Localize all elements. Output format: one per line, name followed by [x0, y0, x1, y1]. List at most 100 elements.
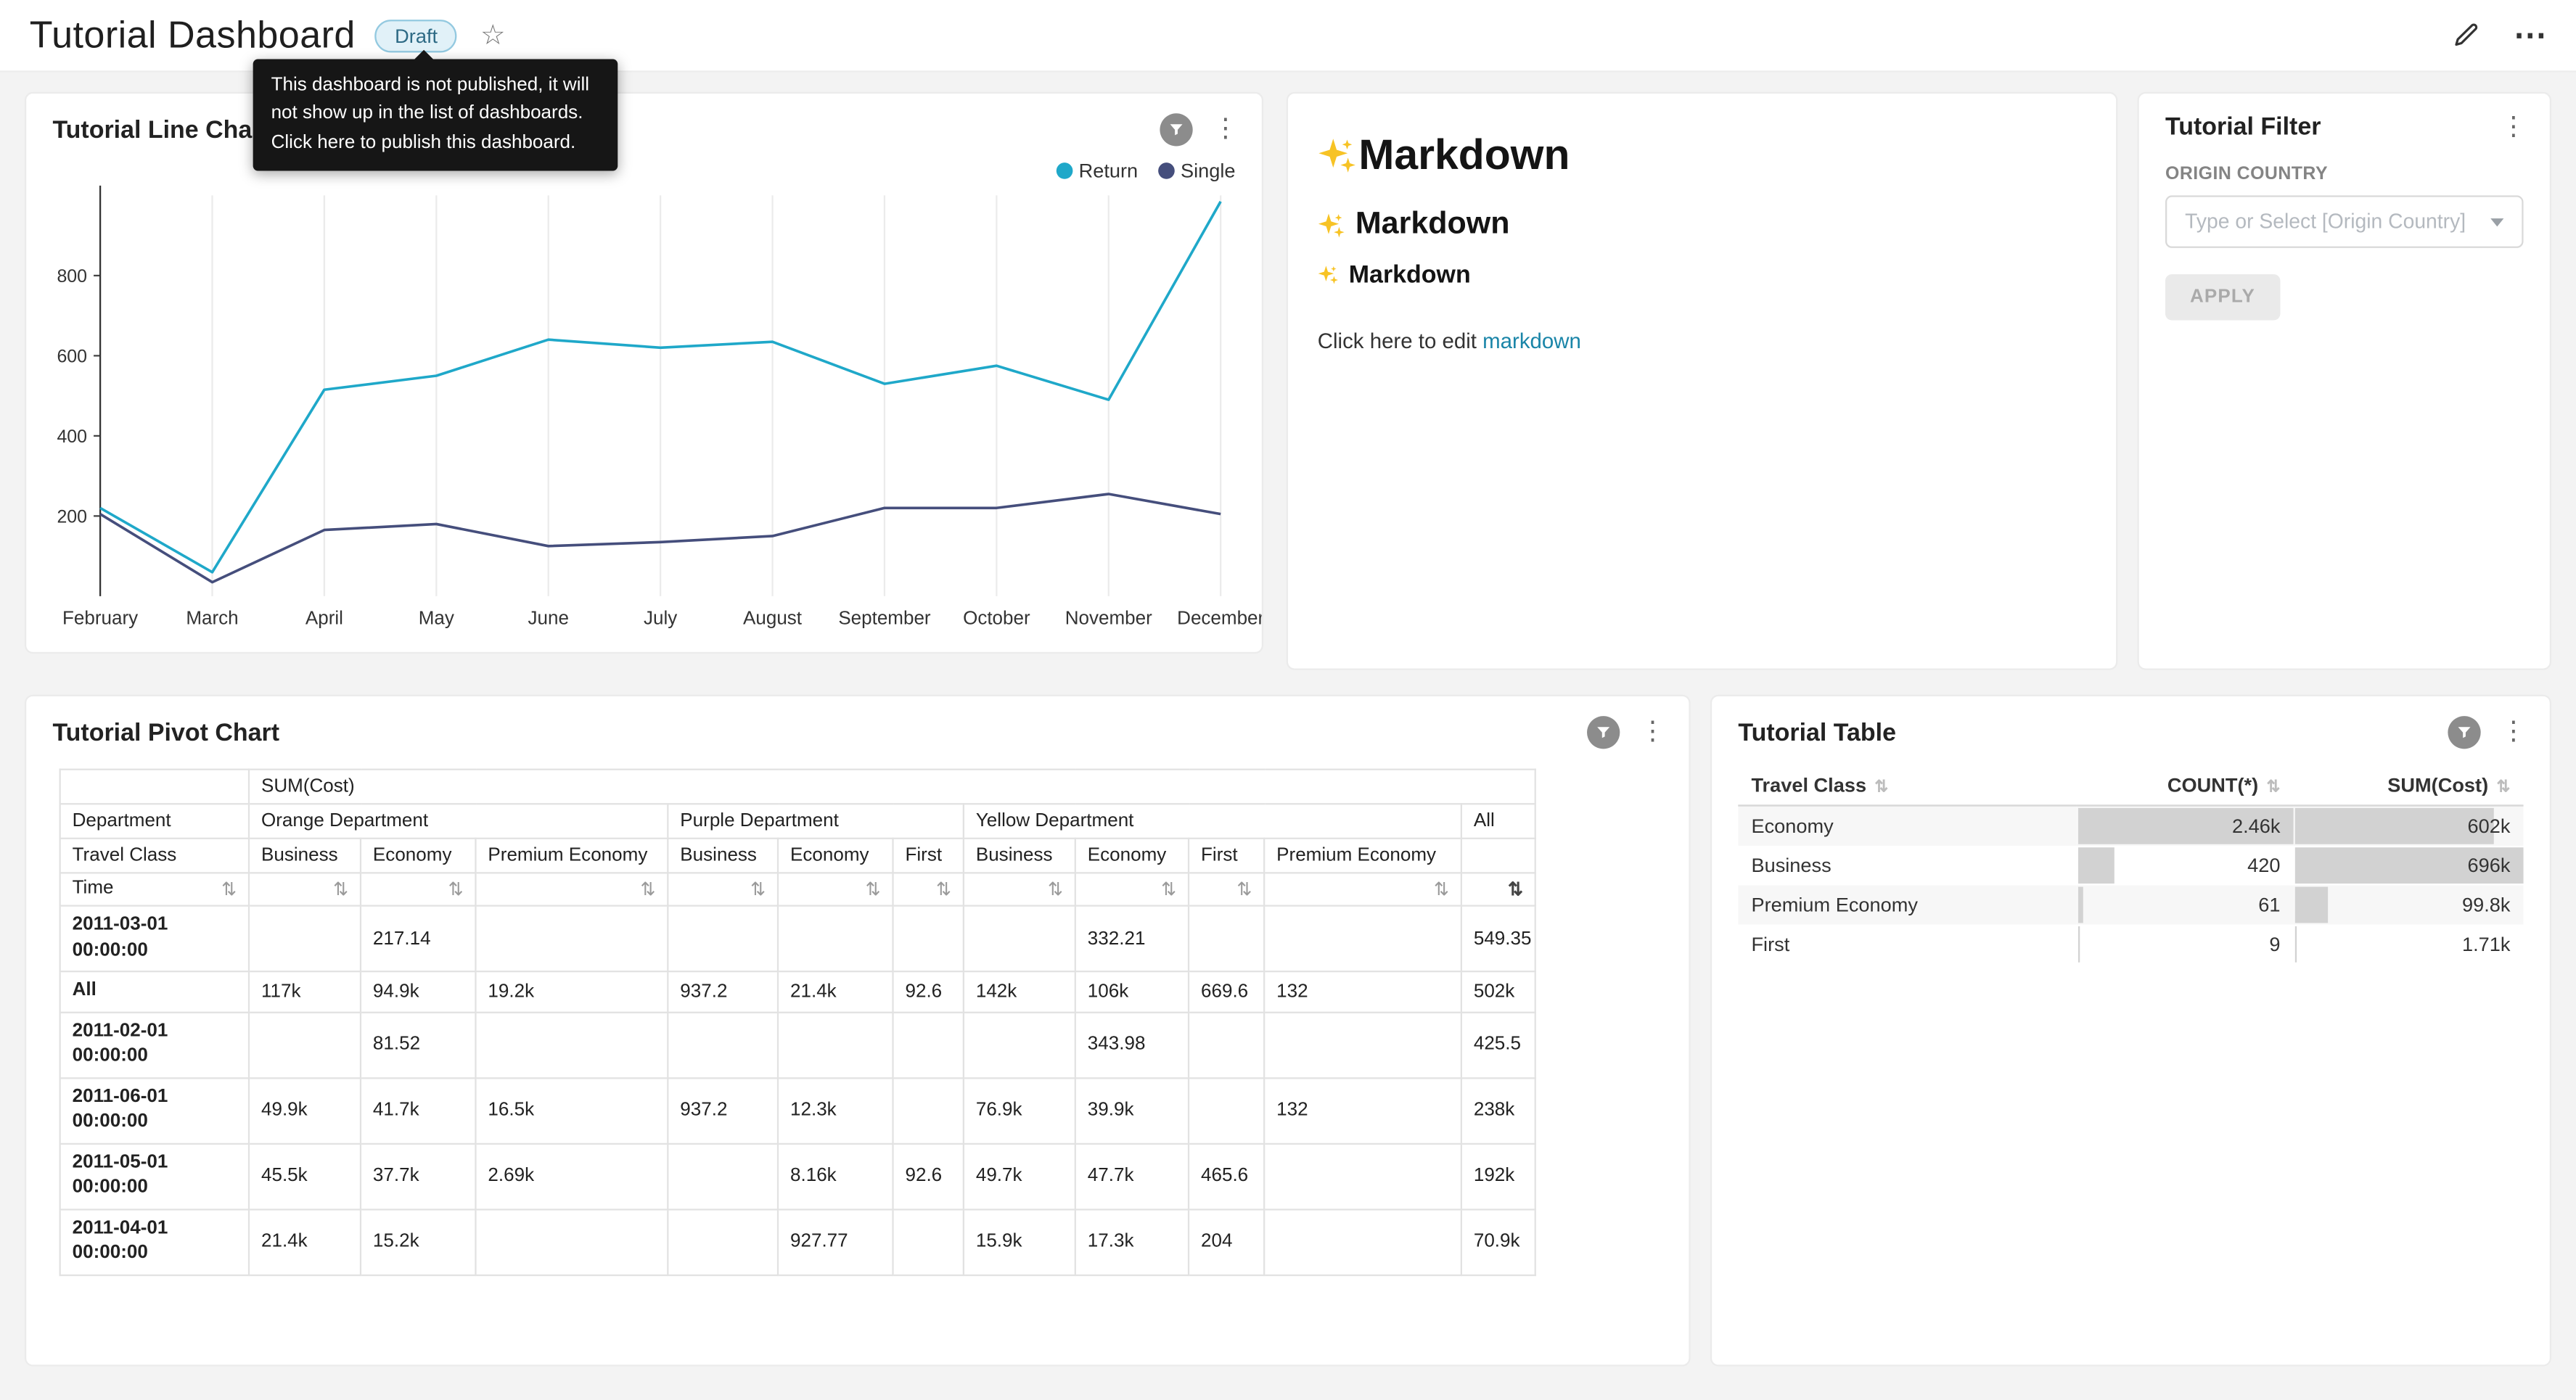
sort-icon[interactable]: ⇅	[1048, 878, 1063, 899]
cell-count: 2.46k	[2077, 806, 2294, 846]
svg-text:September: September	[838, 606, 931, 628]
value-bar	[2295, 887, 2328, 923]
filter-card: Tutorial Filter ⋮ ORIGIN COUNTRY Type or…	[2139, 94, 2550, 668]
markdown-h3: Markdown	[1318, 261, 2087, 289]
filter-indicator-icon[interactable]	[2448, 716, 2480, 749]
sort-icon[interactable]: ⇅	[750, 878, 766, 899]
pivot-cell	[668, 1143, 778, 1209]
card-header: Tutorial Table ⋮	[1712, 696, 2550, 749]
pivot-cell: 937.2	[668, 971, 778, 1012]
sort-icon[interactable]: ⇅	[1161, 878, 1176, 899]
line-chart[interactable]: 200400600800FebruaryMarchAprilMayJuneJul…	[26, 173, 1262, 649]
pivot-cell: 8.16k	[778, 1143, 893, 1209]
pivot-cell: 76.9k	[964, 1077, 1075, 1143]
sort-icon[interactable]: ⇅	[448, 878, 464, 899]
kebab-menu-icon[interactable]: ⋮	[2501, 114, 2527, 140]
column-header[interactable]: COUNT(*)⇅	[2077, 765, 2294, 805]
pivot-header-cell: Business	[249, 839, 361, 873]
pivot-cell: 425.5	[1461, 1012, 1535, 1078]
pivot-class-row: Travel ClassBusinessEconomyPremium Econo…	[60, 839, 1535, 873]
pivot-cell	[1189, 1077, 1264, 1143]
sort-icon[interactable]: ⇅	[866, 878, 881, 899]
column-header[interactable]: Travel Class⇅	[1738, 765, 2076, 805]
pivot-header-cell: 2011-06-01 00:00:00	[60, 1077, 249, 1143]
cell-sum: 602k	[2294, 806, 2524, 846]
cell-sum: 99.8k	[2294, 885, 2524, 924]
pivot-header-cell: ⇅	[893, 873, 964, 905]
filter-indicator-icon[interactable]	[1160, 113, 1192, 146]
svg-text:November: November	[1065, 606, 1152, 628]
cell-travel-class: Economy	[1738, 806, 2076, 846]
legend-item[interactable]: Single	[1157, 160, 1235, 183]
pivot-cell: 70.9k	[1461, 1209, 1535, 1275]
pivot-cell	[893, 1077, 964, 1143]
card-title: Tutorial Pivot Chart	[52, 719, 279, 746]
value-bar	[2295, 926, 2296, 963]
pivot-header-cell: Premium Economy	[475, 839, 668, 873]
pivot-cell: 49.9k	[249, 1077, 361, 1143]
pivot-table: SUM(Cost)DepartmentOrange DepartmentPurp…	[60, 769, 1536, 1276]
value-bar	[2078, 887, 2083, 923]
sort-icon[interactable]: ⇅	[333, 878, 348, 899]
apply-button[interactable]: APPLY	[2165, 274, 2280, 320]
favorite-star-icon[interactable]: ☆	[480, 19, 506, 52]
kebab-menu-icon[interactable]: ⋮	[1213, 117, 1239, 143]
legend-item[interactable]: Return	[1056, 160, 1138, 183]
pivot-cell	[249, 1012, 361, 1078]
pivot-cell: 49.7k	[964, 1143, 1075, 1209]
cell-count: 61	[2077, 885, 2294, 924]
kebab-menu-icon[interactable]: ⋮	[1640, 720, 1666, 746]
pivot-header-cell: Premium Economy	[1264, 839, 1461, 873]
pivot-header-cell: Travel Class	[60, 839, 249, 873]
pivot-sort-row: Time⇅⇅⇅⇅⇅⇅⇅⇅⇅⇅⇅⇅	[60, 873, 1535, 905]
pivot-cell: 465.6	[1189, 1143, 1264, 1209]
pivot-header-cell: 2011-02-01 00:00:00	[60, 1012, 249, 1078]
sort-icon[interactable]: ⇅	[1236, 878, 1252, 899]
more-menu-icon[interactable]: ⋯	[2514, 27, 2546, 44]
markdown-edit-link[interactable]: markdown	[1482, 329, 1581, 353]
card-header-icons: ⋮	[1160, 113, 1239, 146]
pivot-cell: 192k	[1461, 1143, 1535, 1209]
pivot-cell: 15.2k	[361, 1209, 475, 1275]
sort-icon[interactable]: ⇅	[640, 878, 655, 899]
sort-desc-icon[interactable]: ⇅	[1508, 878, 1523, 899]
svg-text:March: March	[186, 606, 238, 628]
origin-country-select[interactable]: Type or Select [Origin Country]	[2165, 195, 2524, 247]
pivot-header-cell: ⇅	[249, 873, 361, 905]
origin-country-label: ORIGIN COUNTRY	[2165, 164, 2524, 184]
pivot-cell	[1189, 1012, 1264, 1078]
pivot-header-cell: ⇅	[1189, 873, 1264, 905]
pivot-header-cell: ⇅	[964, 873, 1075, 905]
pivot-department-row: DepartmentOrange DepartmentPurple Depart…	[60, 804, 1535, 839]
filter-indicator-icon[interactable]	[1587, 716, 1620, 749]
card-header-icons: ⋮	[2501, 114, 2527, 140]
pivot-cell	[778, 906, 893, 972]
result-table-head-row: Travel Class⇅COUNT(*)⇅SUM(Cost)⇅	[1738, 765, 2523, 805]
pivot-row: 2011-06-01 00:00:0049.9k41.7k16.5k937.21…	[60, 1077, 1535, 1143]
card-title: Tutorial Line Chart	[52, 116, 269, 144]
svg-text:December: December	[1177, 606, 1262, 628]
sort-icon[interactable]: ⇅	[1434, 878, 1449, 899]
column-header[interactable]: SUM(Cost)⇅	[2294, 765, 2524, 805]
sort-icon[interactable]: ⇅	[936, 878, 951, 899]
pivot-cell	[1264, 1143, 1461, 1209]
sort-icon[interactable]: ⇅	[221, 878, 237, 899]
pivot-header-cell	[60, 770, 249, 804]
card-header: Tutorial Pivot Chart ⋮	[26, 696, 1689, 749]
header-actions: ⋯	[2453, 21, 2546, 49]
pivot-header-cell: ⇅	[668, 873, 778, 905]
dashboard-viewport: Tutorial Dashboard Draft ☆ ⋯ This dashbo…	[0, 0, 2576, 1399]
publish-tooltip[interactable]: This dashboard is not published, it will…	[253, 59, 618, 170]
draft-badge[interactable]: Draft	[375, 19, 457, 52]
cell-travel-class: Business	[1738, 846, 2076, 885]
cell-travel-class: First	[1738, 925, 2076, 964]
sparkles-icon	[1318, 211, 1345, 239]
pivot-header-cell: 2011-05-01 00:00:00	[60, 1143, 249, 1209]
pivot-cell	[1264, 1209, 1461, 1275]
kebab-menu-icon[interactable]: ⋮	[2501, 720, 2527, 746]
pivot-cell: 927.77	[778, 1209, 893, 1275]
table-card: Tutorial Table ⋮ Travel Class⇅COUNT(*)⇅S…	[1712, 696, 2550, 1364]
pivot-cell: 2.69k	[475, 1143, 668, 1209]
edit-pencil-icon[interactable]	[2453, 21, 2480, 49]
markdown-footer: Click here to edit markdown	[1318, 329, 2087, 353]
